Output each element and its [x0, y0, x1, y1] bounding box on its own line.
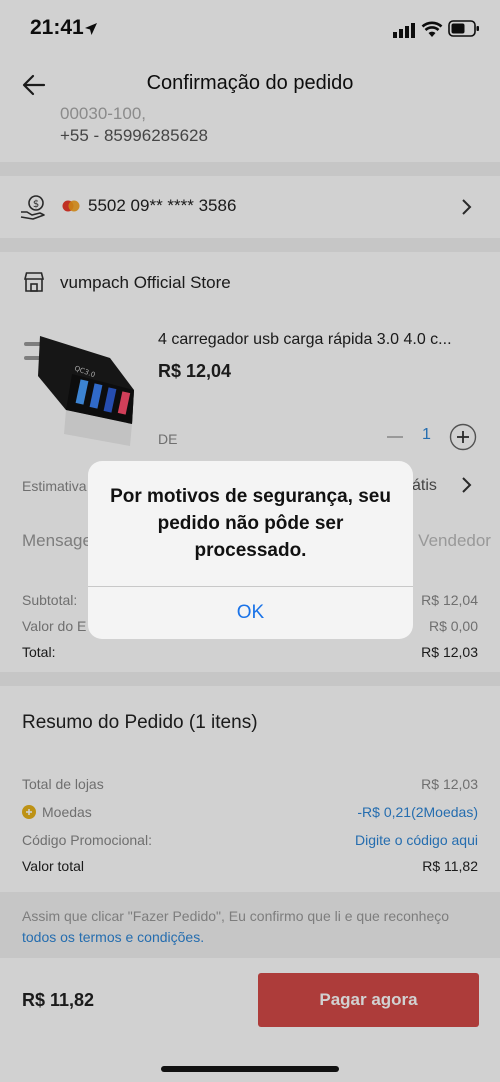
order-confirmation-page: 21:41 Confirmação do pedido 00030-100, +…	[0, 0, 500, 1082]
alert-ok-button[interactable]: OK	[88, 587, 413, 639]
alert-message: Por motivos de segurança, seu pedido não…	[110, 486, 391, 561]
security-alert-dialog: Por motivos de segurança, seu pedido não…	[88, 461, 413, 639]
home-indicator[interactable]	[161, 1066, 339, 1072]
